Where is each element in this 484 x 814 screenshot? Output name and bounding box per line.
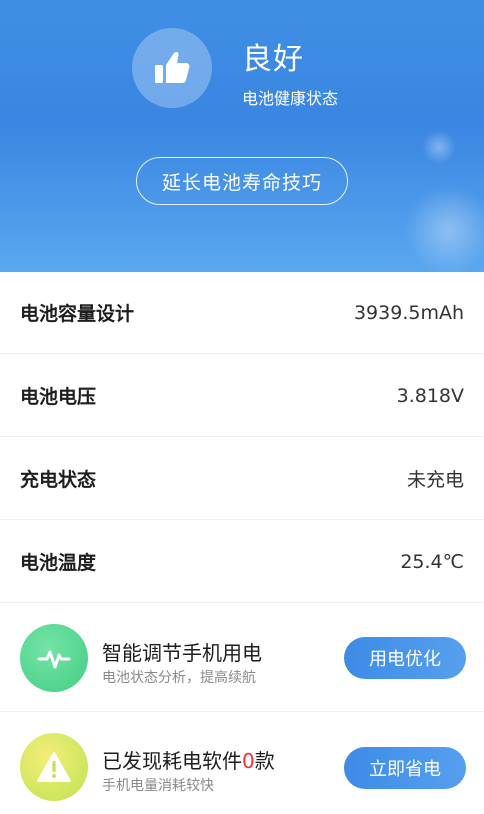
pulse-icon: [20, 624, 88, 692]
feature-title: 已发现耗电软件0款: [102, 745, 275, 774]
feature-title: 智能调节手机用电: [102, 641, 262, 665]
decorative-glow: [404, 185, 484, 272]
info-label: 电池容量设计: [20, 303, 135, 325]
feature-title-suffix: 款: [254, 749, 275, 773]
info-value: 未充电: [406, 469, 464, 491]
info-value: 25.4℃: [400, 550, 464, 573]
feature-power-optimize: 智能调节手机用电 电池状态分析，提高续航 用电优化: [0, 604, 484, 712]
battery-status-subtitle: 电池健康状态: [242, 89, 339, 108]
info-row-capacity: 电池容量设计 3939.5mAh: [0, 272, 484, 354]
info-label: 充电状态: [20, 469, 97, 491]
power-hungry-app-count: 0: [242, 749, 255, 773]
warning-icon: [20, 733, 88, 801]
battery-health-header: 良好 电池健康状态 延长电池寿命技巧: [0, 0, 484, 272]
feature-subtitle: 电池状态分析，提高续航: [102, 670, 256, 686]
battery-tips-button[interactable]: 延长电池寿命技巧: [136, 157, 348, 205]
thumbs-up-icon: [132, 28, 212, 108]
feature-power-saving: 已发现耗电软件0款 手机电量消耗较快 立即省电: [0, 713, 484, 814]
battery-status-title: 良好: [242, 42, 304, 77]
info-value: 3.818V: [396, 384, 464, 407]
decorative-glow: [422, 130, 456, 164]
info-value: 3939.5mAh: [353, 301, 464, 324]
info-label: 电池电压: [20, 386, 97, 408]
info-row-charging-status: 充电状态 未充电: [0, 438, 484, 520]
save-power-now-button[interactable]: 立即省电: [344, 747, 466, 789]
power-optimize-button[interactable]: 用电优化: [344, 637, 466, 679]
feature-subtitle: 手机电量消耗较快: [102, 778, 214, 794]
info-row-temperature: 电池温度 25.4℃: [0, 521, 484, 603]
info-row-voltage: 电池电压 3.818V: [0, 355, 484, 437]
feature-title-prefix: 已发现耗电软件: [102, 749, 242, 773]
info-label: 电池温度: [20, 552, 97, 574]
